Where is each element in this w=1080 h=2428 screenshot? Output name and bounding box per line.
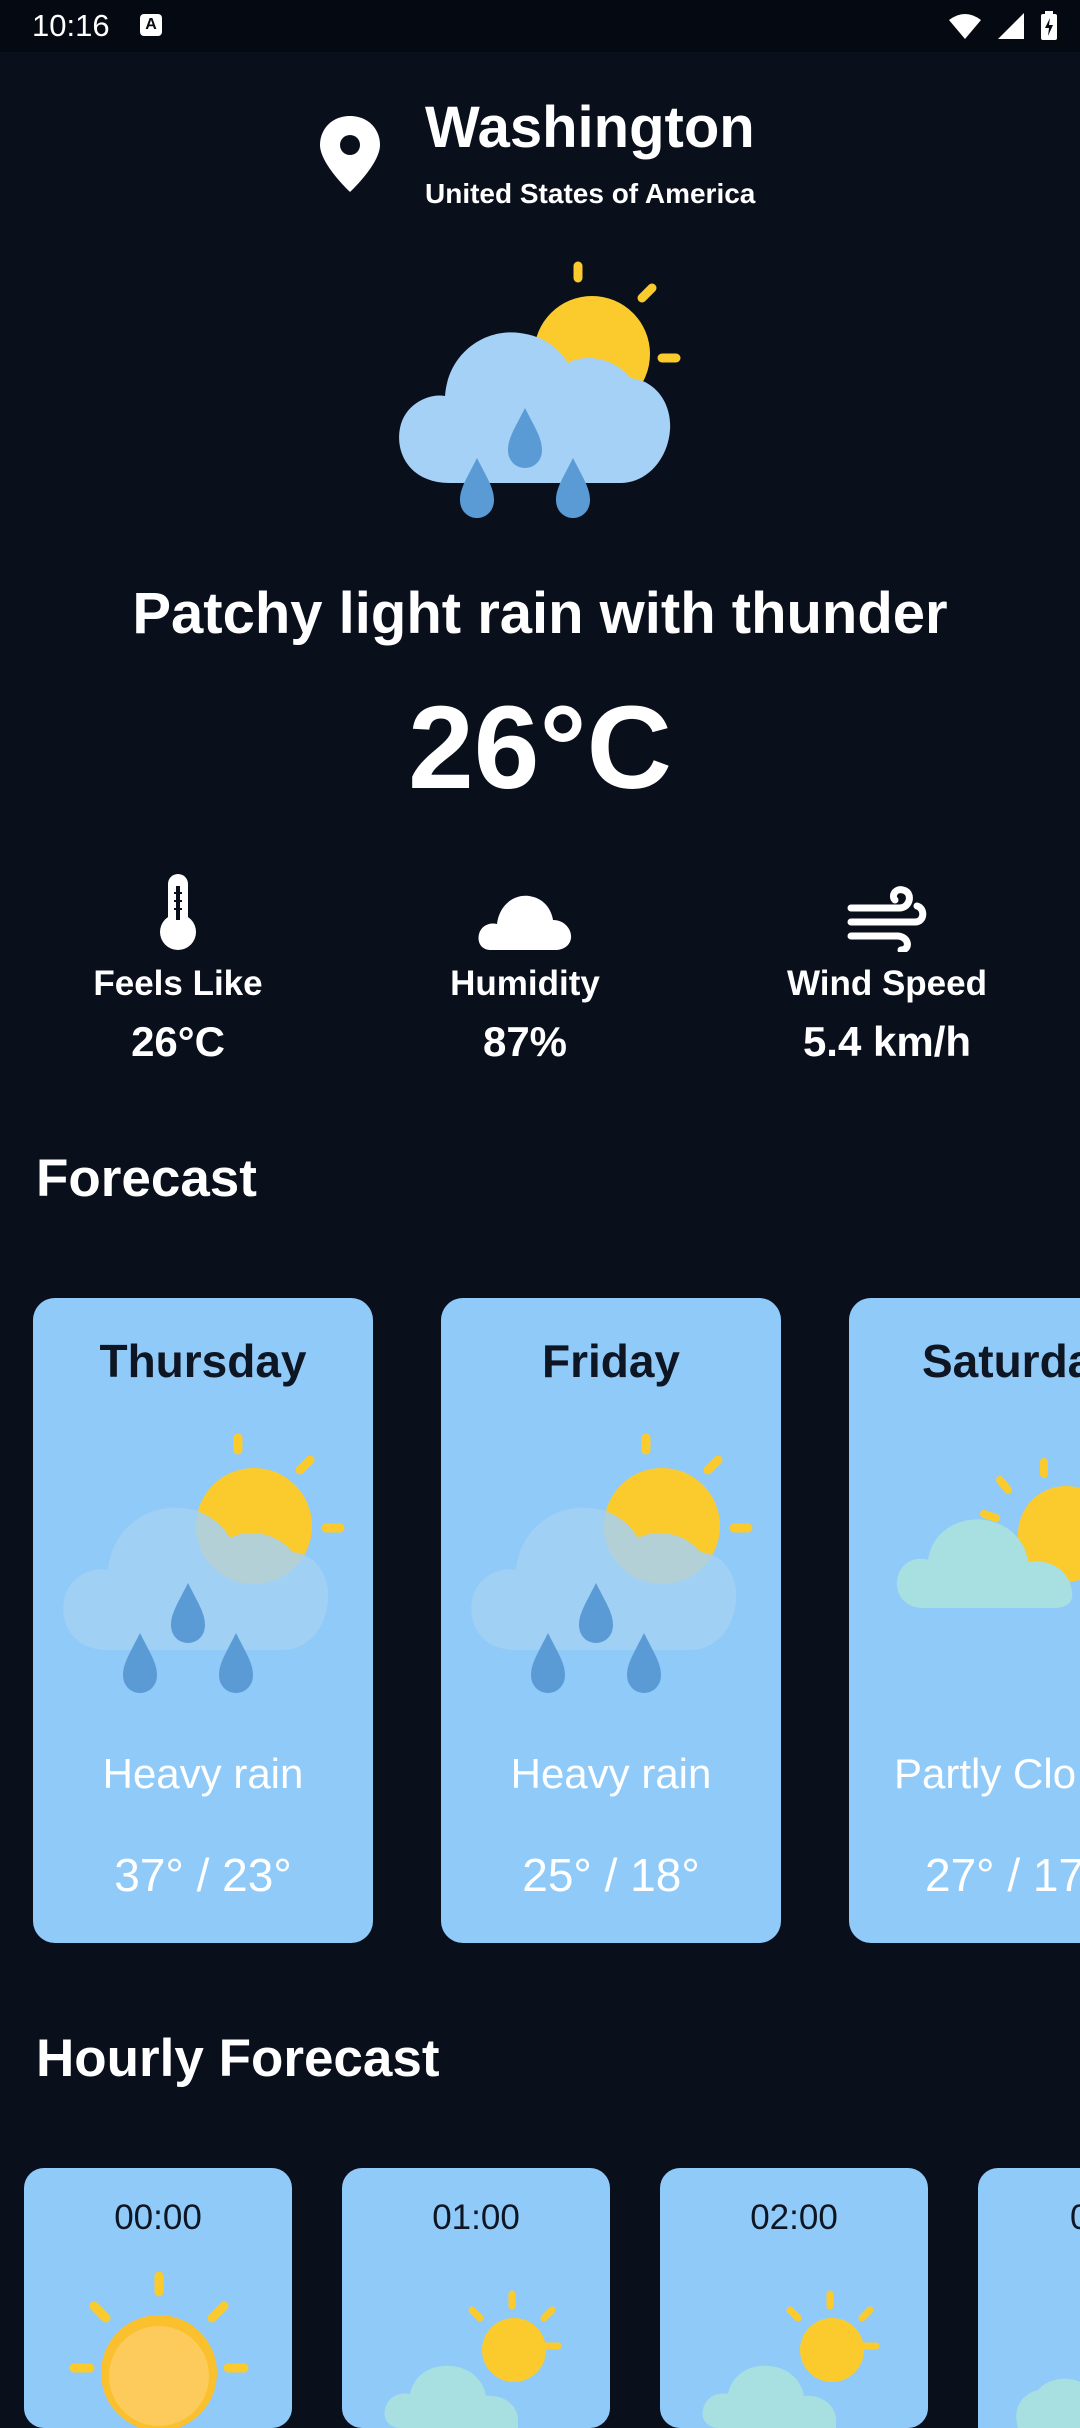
forecast-day: Friday <box>541 1335 681 1387</box>
heavy-rain-icon <box>63 1433 345 1693</box>
partly-cloudy-icon <box>896 1458 1080 1608</box>
partly-cloudy-icon <box>702 2290 880 2428</box>
metric-wind-speed: Wind Speed 5.4 km/h <box>737 868 1037 1066</box>
forecast-title: Forecast <box>36 1149 257 1208</box>
wind-icon <box>847 886 927 952</box>
status-bar <box>0 0 1080 52</box>
country-name: United States of America <box>425 178 756 209</box>
hourly-time: 01:00 <box>432 2198 520 2237</box>
forecast-condition: Partly Clo <box>894 1750 1077 1797</box>
forecast-day: Saturda <box>922 1335 1080 1387</box>
partly-cloudy-icon <box>1016 2378 1080 2428</box>
hourly-card[interactable]: 00:00 <box>24 2168 292 2428</box>
hourly-card[interactable]: 0 <box>978 2168 1080 2428</box>
forecast-temp-range: 25° / 18° <box>522 1849 700 1901</box>
forecast-card-saturday[interactable]: Saturda Partly Clo 27° / 17 <box>849 1298 1080 1943</box>
current-condition: Patchy light rain with thunder <box>132 581 948 646</box>
metric-label: Wind Speed <box>787 964 987 1003</box>
battery-icon <box>1041 11 1057 40</box>
status-time: 10:16 <box>32 8 110 43</box>
notification-icon: A <box>140 14 162 36</box>
metric-humidity: Humidity 87% <box>375 868 675 1066</box>
sunny-icon <box>69 2271 249 2428</box>
current-temperature: 26°C <box>408 682 672 814</box>
forecast-card-friday[interactable]: Friday Heavy rain 25° / 18° <box>441 1298 781 1943</box>
hourly-forecast-title: Hourly Forecast <box>36 2029 440 2088</box>
metric-value: 26°C <box>131 1018 225 1065</box>
thermometer-icon <box>160 874 196 950</box>
metric-feels-like: Feels Like 26°C <box>28 868 328 1066</box>
metric-value: 87% <box>482 1018 568 1065</box>
metric-label: Humidity <box>450 964 600 1003</box>
forecast-condition: Heavy rain <box>102 1750 304 1797</box>
forecast-day: Thursday <box>99 1335 307 1387</box>
forecast-condition: Heavy rain <box>510 1750 712 1797</box>
heavy-rain-icon <box>471 1433 753 1693</box>
hourly-card[interactable]: 01:00 <box>342 2168 610 2428</box>
metric-value: 5.4 km/h <box>802 1018 972 1065</box>
status-icons <box>948 10 1058 42</box>
hourly-time: 02:00 <box>750 2198 838 2237</box>
signal-icon <box>998 13 1024 39</box>
forecast-temp-range: 27° / 17 <box>925 1849 1080 1901</box>
forecast-temp-range: 37° / 23° <box>114 1849 292 1901</box>
hourly-time: 00:00 <box>114 2198 202 2237</box>
forecast-card-thursday[interactable]: Thursday Heavy rain 37° / 23° <box>33 1298 373 1943</box>
wifi-icon <box>949 14 981 39</box>
metric-label: Feels Like <box>93 964 263 1003</box>
hourly-card[interactable]: 02:00 <box>660 2168 928 2428</box>
location-pin-icon <box>320 116 380 192</box>
cloud-icon <box>478 895 572 950</box>
city-name: Washington <box>425 95 755 160</box>
hourly-time: 0 <box>1070 2198 1080 2237</box>
rain-thunder-sun-cloud-icon <box>399 261 681 518</box>
partly-cloudy-icon <box>384 2290 562 2428</box>
